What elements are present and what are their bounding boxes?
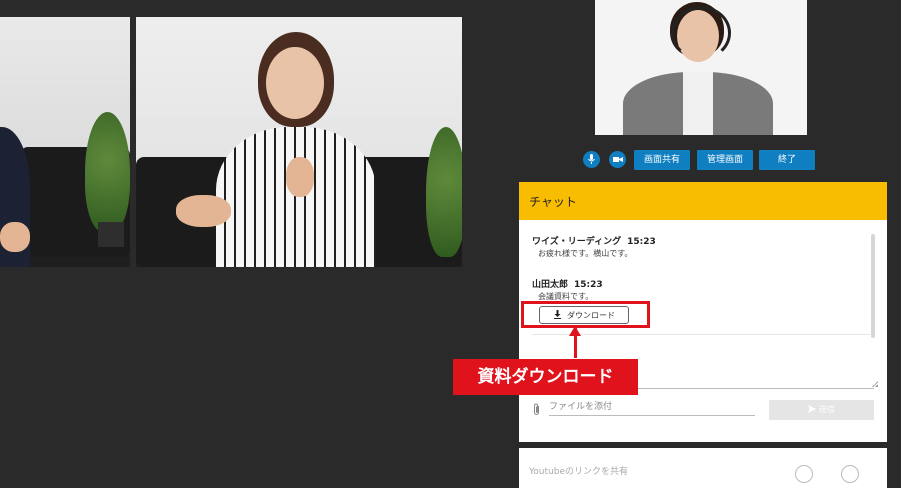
send-button[interactable]: 送信 — [769, 400, 874, 420]
camera-button[interactable] — [609, 151, 626, 168]
divider — [532, 334, 872, 335]
callout-arrow — [569, 326, 581, 336]
send-icon — [808, 405, 819, 414]
download-highlight-box — [521, 301, 650, 328]
chat-title: チャット — [529, 195, 577, 209]
youtube-send-button[interactable] — [795, 465, 813, 483]
chat-message-time: 15:23 — [574, 280, 603, 290]
send-label: 送信 — [819, 405, 835, 414]
file-attach-input[interactable]: ファイルを添付 — [549, 399, 755, 416]
paperclip-icon[interactable] — [532, 401, 541, 420]
youtube-share-panel: Youtubeのリンクを共有 — [519, 448, 887, 488]
mic-icon — [583, 154, 600, 164]
youtube-link-label: Youtubeのリンクを共有 — [529, 467, 628, 477]
chat-scrollbar[interactable] — [871, 234, 875, 338]
camera-icon — [609, 154, 626, 164]
chat-message-sender: 山田太郎 15:23 — [532, 277, 603, 290]
chat-sender-name: 山田太郎 — [532, 280, 569, 290]
chat-message-text: お疲れ様です。横山です。 — [538, 249, 633, 258]
mic-button[interactable] — [583, 151, 600, 168]
share-screen-button[interactable]: 画面共有 — [634, 150, 690, 170]
chat-sender-name: ワイズ・リーディング — [532, 237, 622, 247]
youtube-add-button[interactable] — [841, 465, 859, 483]
self-video — [595, 0, 807, 135]
callout-label: 資料ダウンロード — [453, 359, 638, 395]
participant-video-left — [0, 17, 130, 267]
resize-handle[interactable] — [872, 381, 878, 387]
end-call-button[interactable]: 終了 — [759, 150, 815, 170]
participant-video-center — [136, 17, 462, 267]
chat-message-sender: ワイズ・リーディング 15:23 — [532, 234, 656, 247]
manage-screen-button[interactable]: 管理画面 — [697, 150, 753, 170]
chat-header: チャット — [519, 182, 887, 220]
chat-message-time: 15:23 — [627, 237, 656, 247]
